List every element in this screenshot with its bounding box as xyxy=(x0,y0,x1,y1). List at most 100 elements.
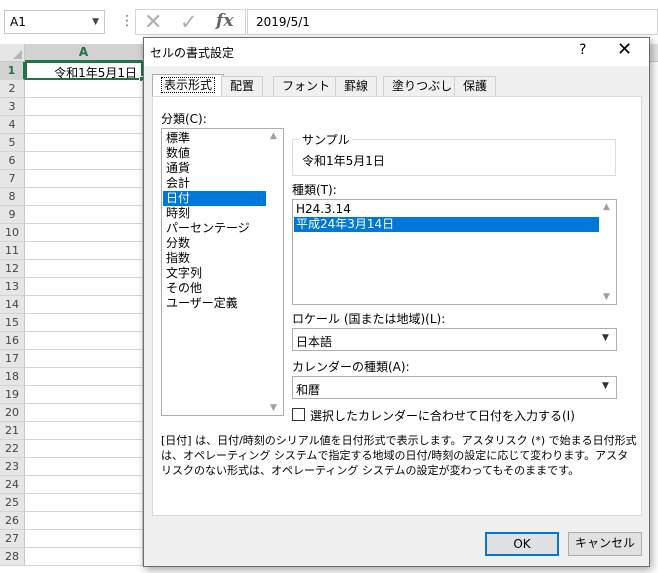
row-header[interactable]: 28 xyxy=(0,548,25,566)
row-header[interactable]: 19 xyxy=(0,386,25,404)
cancel-entry-icon[interactable]: ✕ xyxy=(144,10,162,35)
cancel-button[interactable]: キャンセル xyxy=(568,532,642,556)
type-scrollbar[interactable]: ▲ ▼ xyxy=(599,200,616,304)
row-header[interactable]: 21 xyxy=(0,422,25,440)
row-header[interactable]: 9 xyxy=(0,206,25,224)
cell[interactable] xyxy=(25,278,143,296)
cell[interactable] xyxy=(25,530,143,548)
locale-select[interactable]: 日本語 ▼ xyxy=(292,328,617,351)
category-item[interactable]: 分数 xyxy=(163,236,266,251)
calendar-select[interactable]: 和暦 ▼ xyxy=(292,376,617,399)
row-header[interactable]: 25 xyxy=(0,494,25,512)
cell[interactable] xyxy=(25,386,143,404)
chevron-down-icon[interactable]: ▼ xyxy=(598,377,616,398)
cell[interactable] xyxy=(25,404,143,422)
row-header[interactable]: 12 xyxy=(0,260,25,278)
scroll-down-icon[interactable]: ▼ xyxy=(603,292,610,302)
tab-number[interactable]: 表示形式 xyxy=(152,74,225,97)
row-header[interactable]: 6 xyxy=(0,152,25,170)
cell[interactable] xyxy=(25,224,143,242)
cell[interactable] xyxy=(25,296,143,314)
cell[interactable] xyxy=(25,548,143,566)
category-item[interactable]: 日付 xyxy=(163,191,266,206)
row-header[interactable]: 13 xyxy=(0,278,25,296)
checkbox-label[interactable]: 選択したカレンダーに合わせて日付を入力する(I) xyxy=(310,407,575,424)
row-header[interactable]: 22 xyxy=(0,440,25,458)
confirm-entry-icon[interactable]: ✓ xyxy=(180,10,198,34)
cell[interactable] xyxy=(25,494,143,512)
category-item[interactable]: 文字列 xyxy=(163,266,266,281)
tab-border[interactable]: 罫線 xyxy=(335,76,378,96)
cell[interactable] xyxy=(25,476,143,494)
cell[interactable] xyxy=(25,368,143,386)
cell[interactable] xyxy=(25,458,143,476)
tab-fill[interactable]: 塗りつぶし xyxy=(383,76,462,96)
cell-a1[interactable]: 令和1年5月1日 xyxy=(25,61,145,82)
category-item[interactable]: 時刻 xyxy=(163,206,266,221)
row-header[interactable]: 2 xyxy=(0,80,25,98)
cell[interactable] xyxy=(25,134,143,152)
cell[interactable] xyxy=(25,206,143,224)
cell[interactable] xyxy=(25,188,143,206)
row-header[interactable]: 8 xyxy=(0,188,25,206)
row-header[interactable]: 1 xyxy=(0,62,25,80)
category-item[interactable]: 会計 xyxy=(163,176,266,191)
formula-input[interactable]: 2019/5/1 xyxy=(247,9,658,35)
cell[interactable] xyxy=(25,116,143,134)
row-header[interactable]: 10 xyxy=(0,224,25,242)
row-header[interactable]: 24 xyxy=(0,476,25,494)
row-header[interactable]: 17 xyxy=(0,350,25,368)
row-header[interactable]: 26 xyxy=(0,512,25,530)
tab-alignment[interactable]: 配置 xyxy=(221,76,264,96)
row-header[interactable]: 4 xyxy=(0,116,25,134)
category-item[interactable]: 指数 xyxy=(163,251,266,266)
row-header[interactable]: 16 xyxy=(0,332,25,350)
cell[interactable] xyxy=(25,260,143,278)
cell[interactable] xyxy=(25,350,143,368)
cell[interactable] xyxy=(25,332,143,350)
cell[interactable] xyxy=(25,440,143,458)
cell[interactable] xyxy=(25,152,143,170)
cell[interactable] xyxy=(25,80,143,98)
cell[interactable] xyxy=(25,242,143,260)
close-icon[interactable]: ✕ xyxy=(617,39,632,60)
row-header[interactable]: 14 xyxy=(0,296,25,314)
type-item[interactable]: 平成24年3月14日 xyxy=(294,217,600,232)
tab-protection[interactable]: 保護 xyxy=(454,76,497,96)
category-list[interactable]: 標準 数値 通貨 会計 日付 時刻 パーセンテージ 分数 指数 文字列 その他 ユーザー定義 ▲ ▼ xyxy=(161,128,284,416)
cell[interactable] xyxy=(25,422,143,440)
cell[interactable] xyxy=(25,98,143,116)
ok-button[interactable]: OK xyxy=(485,532,559,556)
chevron-down-icon[interactable]: ▼ xyxy=(598,329,616,350)
row-header[interactable]: 7 xyxy=(0,170,25,188)
tab-font[interactable]: フォント xyxy=(273,76,340,96)
cell[interactable] xyxy=(25,314,143,332)
type-item[interactable]: H24.3.14 xyxy=(294,202,600,217)
cell[interactable] xyxy=(25,512,143,530)
help-icon[interactable]: ? xyxy=(579,42,586,58)
row-header[interactable]: 3 xyxy=(0,98,25,116)
row-header[interactable]: 18 xyxy=(0,368,25,386)
row-header[interactable]: 20 xyxy=(0,404,25,422)
chevron-down-icon[interactable]: ▼ xyxy=(92,17,99,27)
row-header[interactable]: 11 xyxy=(0,242,25,260)
scroll-down-icon[interactable]: ▼ xyxy=(270,403,277,413)
select-all-button[interactable] xyxy=(0,44,25,62)
row-header[interactable]: 15 xyxy=(0,314,25,332)
more-options-icon[interactable]: ⋮ xyxy=(120,13,134,29)
category-item[interactable]: パーセンテージ xyxy=(163,221,266,236)
category-item[interactable]: その他 xyxy=(163,281,266,296)
name-box[interactable]: A1 ▼ xyxy=(4,10,105,34)
row-header[interactable]: 5 xyxy=(0,134,25,152)
category-item[interactable]: 数値 xyxy=(163,146,266,161)
category-scrollbar[interactable]: ▲ ▼ xyxy=(266,129,283,415)
type-list[interactable]: H24.3.14 平成24年3月14日 ▲ ▼ xyxy=(292,199,617,305)
category-item[interactable]: ユーザー定義 xyxy=(163,296,266,311)
scroll-up-icon[interactable]: ▲ xyxy=(270,131,277,141)
column-header-a[interactable]: A xyxy=(25,44,143,62)
row-header[interactable]: 23 xyxy=(0,458,25,476)
scroll-up-icon[interactable]: ▲ xyxy=(603,202,610,212)
category-item[interactable]: 通貨 xyxy=(163,161,266,176)
row-header[interactable]: 27 xyxy=(0,530,25,548)
cell[interactable] xyxy=(25,170,143,188)
